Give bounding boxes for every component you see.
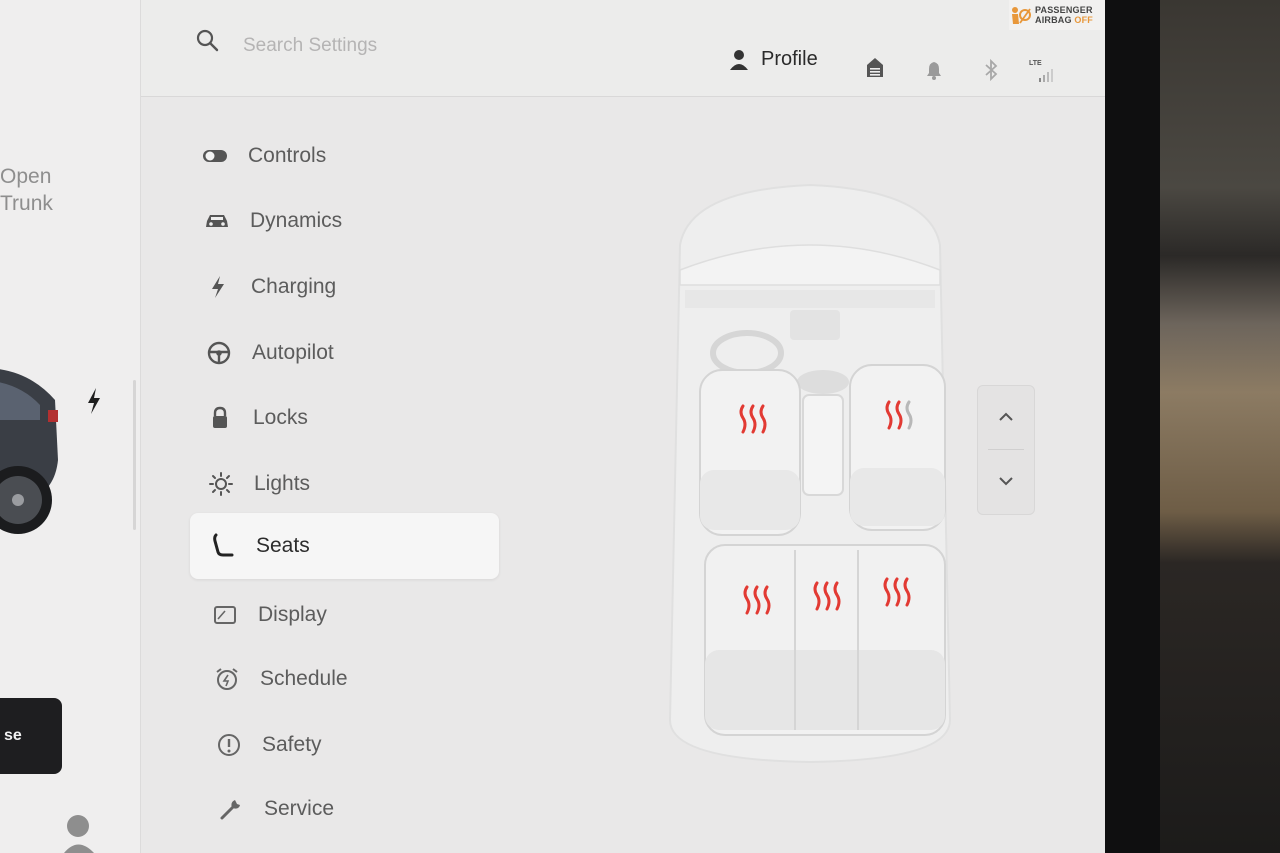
person-icon — [730, 49, 748, 70]
bolt-icon — [205, 274, 231, 300]
bell-icon[interactable] — [926, 60, 942, 80]
steering-wheel-icon — [206, 340, 232, 366]
seat-scroll-control — [977, 385, 1035, 515]
open-trunk-label-line1[interactable]: Open — [0, 165, 51, 189]
nav-label-schedule: Schedule — [260, 667, 348, 690]
wrench-icon — [218, 796, 244, 822]
passenger-airbag-indicator: PASSENGER AIRBAG OFF — [1009, 0, 1105, 30]
nav-label-safety: Safety — [262, 733, 322, 756]
park-button-label: se — [4, 727, 22, 744]
car-icon — [204, 208, 230, 234]
nav-item-display[interactable]: Display — [210, 582, 500, 648]
voice-person-icon[interactable] — [60, 810, 100, 853]
rear-center-seat-heater-icon[interactable] — [810, 579, 844, 613]
airbag-text: PASSENGER AIRBAG OFF — [1035, 5, 1093, 25]
scroll-down-button[interactable] — [978, 450, 1034, 512]
park-button[interactable]: se — [0, 698, 62, 774]
toggle-icon — [202, 143, 228, 169]
search-input[interactable] — [241, 30, 545, 62]
airbag-icon — [1012, 7, 1031, 24]
left-panel-scrollbar[interactable] — [133, 380, 136, 530]
nav-label-display: Display — [258, 603, 327, 626]
nav-item-locks[interactable]: Locks — [195, 385, 495, 451]
alarm-clock-icon — [214, 666, 240, 692]
rear-right-seat-heater-icon[interactable] — [880, 575, 914, 609]
nav-label-service: Service — [264, 797, 335, 820]
chevron-up-icon — [999, 412, 1013, 421]
display-icon — [212, 602, 238, 628]
profile-button[interactable]: Profile — [729, 48, 818, 71]
seat-heater-diagram — [668, 183, 952, 764]
nav-item-autopilot[interactable]: Autopilot — [194, 320, 494, 386]
touchscreen: Open Trunk se Search Settings Profile LT… — [0, 0, 1105, 853]
nav-label-dynamics: Dynamics — [250, 209, 343, 232]
search-icon[interactable] — [195, 28, 219, 52]
car-render — [0, 369, 58, 534]
nav-item-service[interactable]: Service — [216, 776, 506, 842]
top-status-bar: Profile LTE — [141, 0, 1105, 97]
nav-label-lights: Lights — [254, 472, 311, 495]
alert-circle-icon — [216, 732, 242, 758]
airbag-state: OFF — [1074, 15, 1094, 25]
charging-bolt-icon — [88, 388, 100, 414]
driver-seat-heater-icon[interactable] — [736, 402, 770, 436]
profile-label: Profile — [761, 48, 818, 70]
nav-item-safety[interactable]: Safety — [214, 712, 504, 778]
nav-label-controls: Controls — [248, 144, 327, 167]
chevron-down-icon — [999, 477, 1013, 486]
seat-icon — [210, 533, 236, 559]
rear-left-seat-heater-icon[interactable] — [740, 583, 774, 617]
car-panel: Open Trunk se — [0, 0, 141, 853]
bluetooth-icon[interactable] — [984, 58, 998, 82]
open-trunk-label-line2[interactable]: Trunk — [0, 192, 53, 216]
nav-label-locks: Locks — [253, 406, 308, 429]
lte-signal-icon: LTE — [1029, 60, 1059, 84]
nav-item-lights[interactable]: Lights — [196, 451, 496, 517]
nav-item-charging[interactable]: Charging — [193, 254, 493, 320]
airbag-line1: PASSENGER — [1035, 5, 1093, 15]
nav-label-seats: Seats — [256, 534, 310, 557]
nav-item-seats[interactable]: Seats — [190, 513, 499, 579]
nav-label-autopilot: Autopilot — [252, 341, 334, 364]
garage-icon[interactable] — [865, 56, 885, 78]
scroll-up-button[interactable] — [978, 386, 1034, 448]
nav-label-charging: Charging — [251, 275, 337, 298]
nav-item-schedule[interactable]: Schedule — [212, 646, 502, 712]
lock-icon — [207, 405, 233, 431]
nav-item-dynamics[interactable]: Dynamics — [192, 188, 492, 254]
background-interior — [1160, 0, 1280, 853]
sun-icon — [208, 471, 234, 497]
passenger-seat-heater-icon[interactable] — [882, 398, 916, 432]
airbag-line2: AIRBAG — [1035, 15, 1072, 25]
screen-bezel — [1105, 0, 1160, 853]
nav-item-controls[interactable]: Controls — [190, 123, 490, 189]
